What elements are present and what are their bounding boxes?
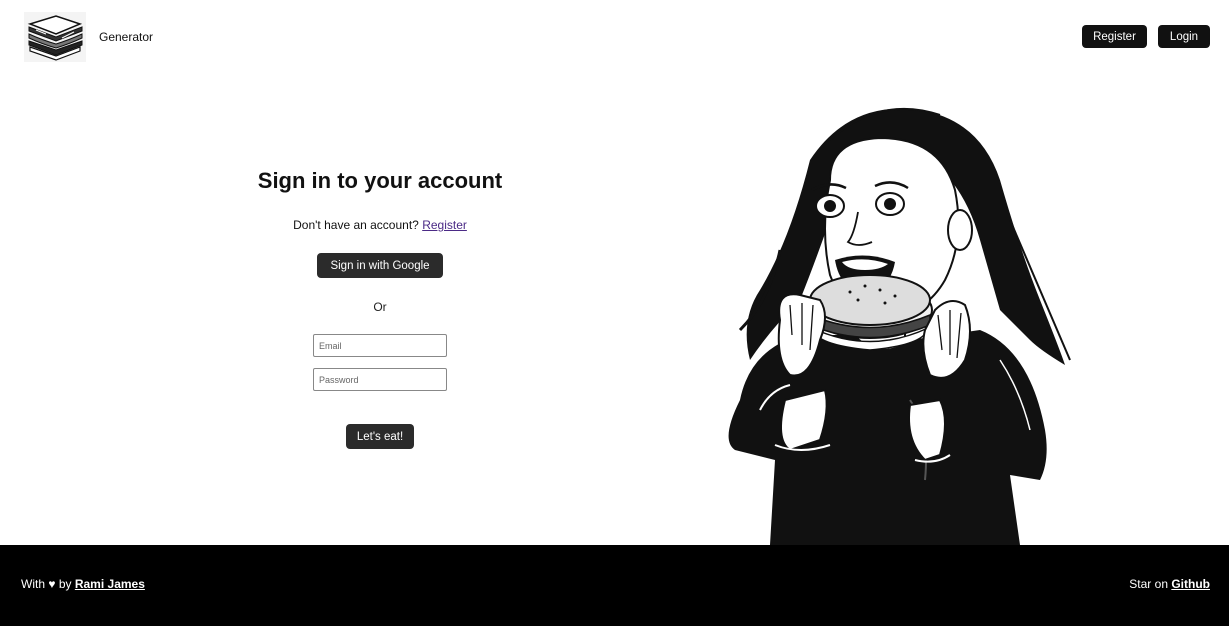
password-field[interactable] [313, 368, 447, 391]
google-sign-in-button[interactable]: Sign in with Google [317, 253, 443, 278]
with-text: With [21, 577, 45, 591]
email-field[interactable] [313, 334, 447, 357]
woman-eating-burger-illustration [680, 100, 1080, 545]
page-title: Sign in to your account [257, 168, 503, 193]
header-login-button[interactable]: Login [1158, 25, 1210, 48]
brand-name[interactable]: Generator [99, 30, 153, 44]
header-register-button[interactable]: Register [1082, 25, 1147, 48]
or-divider: Or [373, 300, 387, 314]
by-text: by [58, 577, 72, 591]
no-account-text: Don't have an account? [293, 218, 419, 232]
footer-credit: With ♥ by Rami James [21, 577, 145, 591]
star-on-text: Star on [1129, 577, 1168, 591]
sandwich-logo-icon[interactable] [22, 10, 88, 64]
heart-icon: ♥ [48, 577, 56, 591]
register-prompt: Don't have an account? Register [200, 218, 560, 232]
submit-button[interactable]: Let's eat! [346, 424, 414, 449]
site-footer: With ♥ by Rami James Star on Github [0, 545, 1229, 626]
author-link[interactable]: Rami James [75, 577, 145, 591]
site-header: Generator Register Login [0, 0, 1229, 75]
github-link[interactable]: Github [1171, 577, 1210, 591]
github-star: Star on Github [1129, 577, 1210, 591]
register-link[interactable]: Register [422, 218, 467, 232]
